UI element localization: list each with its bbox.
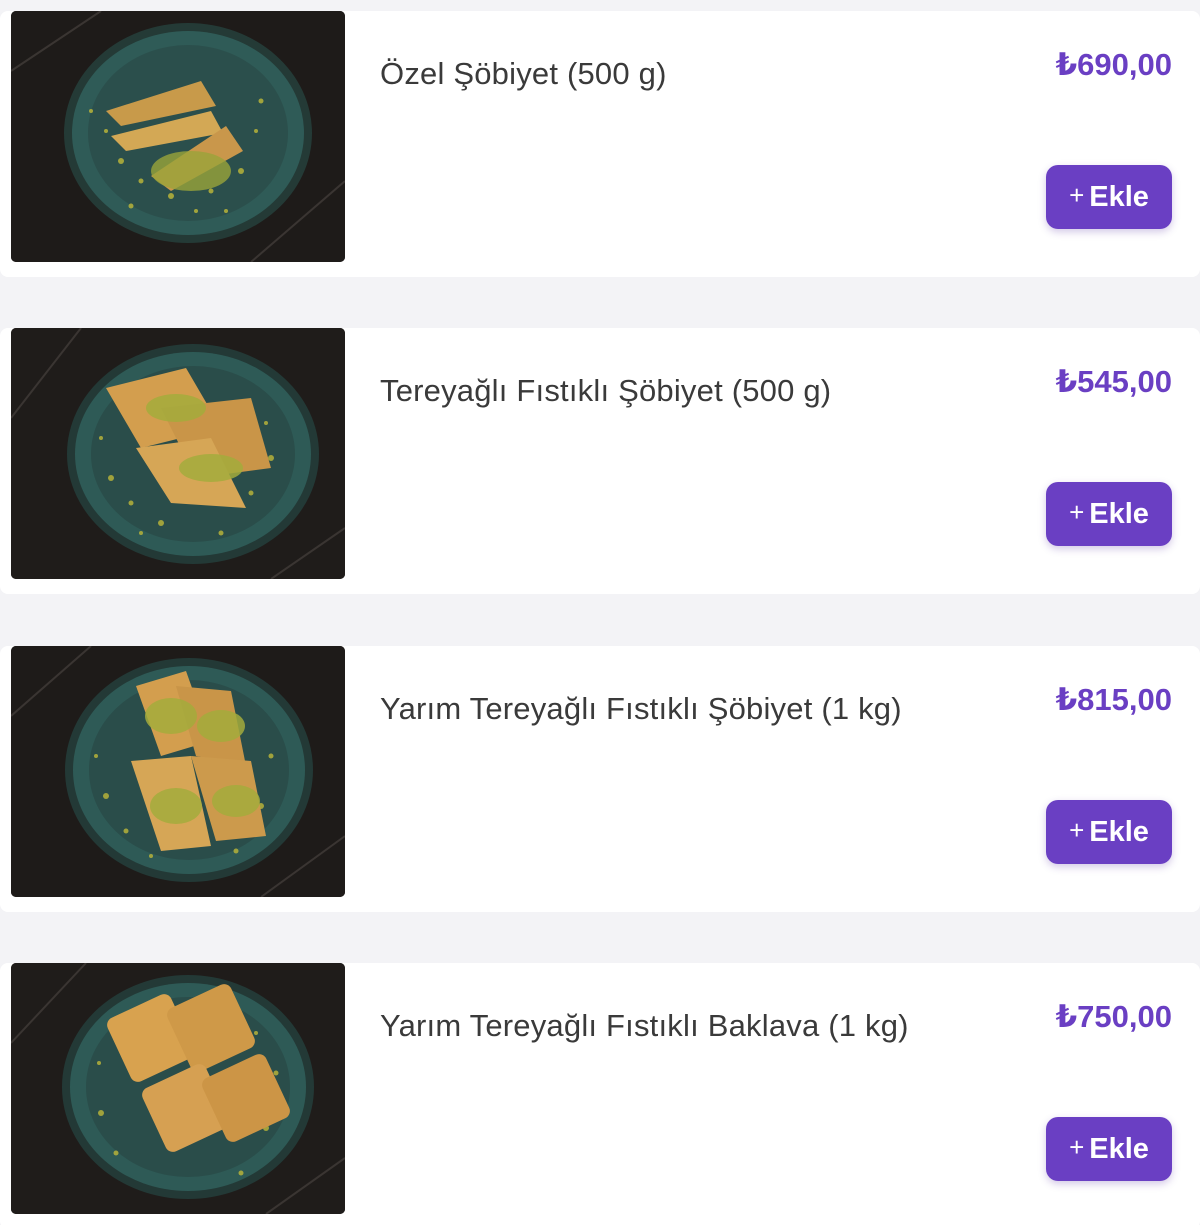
add-to-cart-button[interactable]: + Ekle bbox=[1046, 482, 1172, 546]
product-image[interactable] bbox=[11, 11, 345, 262]
product-name: Tereyağlı Fıstıklı Şöbiyet (500 g) bbox=[380, 373, 832, 408]
plus-icon: + bbox=[1069, 1131, 1085, 1162]
plus-icon: + bbox=[1069, 814, 1085, 845]
add-to-cart-button[interactable]: + Ekle bbox=[1046, 1117, 1172, 1181]
add-label: Ekle bbox=[1089, 180, 1149, 213]
add-label: Ekle bbox=[1089, 815, 1149, 848]
product-image[interactable] bbox=[11, 963, 345, 1214]
product-price: ₺690,00 bbox=[1055, 47, 1172, 82]
product-photo bbox=[11, 963, 345, 1214]
product-card[interactable]: Tereyağlı Fıstıklı Şöbiyet (500 g) ₺545,… bbox=[0, 328, 1200, 594]
product-photo bbox=[11, 646, 345, 897]
add-to-cart-button[interactable]: + Ekle bbox=[1046, 165, 1172, 229]
add-to-cart-button[interactable]: + Ekle bbox=[1046, 800, 1172, 864]
product-photo bbox=[11, 11, 345, 262]
product-price: ₺815,00 bbox=[1055, 682, 1172, 717]
plus-icon: + bbox=[1069, 179, 1085, 210]
plus-icon: + bbox=[1069, 496, 1085, 527]
product-card[interactable]: Yarım Tereyağlı Fıstıklı Şöbiyet (1 kg) … bbox=[0, 646, 1200, 912]
product-name: Yarım Tereyağlı Fıstıklı Baklava (1 kg) bbox=[380, 1008, 909, 1043]
product-name: Yarım Tereyağlı Fıstıklı Şöbiyet (1 kg) bbox=[380, 691, 902, 726]
product-photo bbox=[11, 328, 345, 579]
product-name: Özel Şöbiyet (500 g) bbox=[380, 56, 667, 91]
product-price: ₺545,00 bbox=[1055, 364, 1172, 399]
product-card[interactable]: Yarım Tereyağlı Fıstıklı Baklava (1 kg) … bbox=[0, 963, 1200, 1225]
add-label: Ekle bbox=[1089, 1132, 1149, 1165]
product-image[interactable] bbox=[11, 328, 345, 579]
product-price: ₺750,00 bbox=[1055, 999, 1172, 1034]
product-list: Özel Şöbiyet (500 g) ₺690,00 + Ekle Tere… bbox=[0, 0, 1200, 1225]
add-label: Ekle bbox=[1089, 497, 1149, 530]
product-card[interactable]: Özel Şöbiyet (500 g) ₺690,00 + Ekle bbox=[0, 11, 1200, 277]
product-image[interactable] bbox=[11, 646, 345, 897]
